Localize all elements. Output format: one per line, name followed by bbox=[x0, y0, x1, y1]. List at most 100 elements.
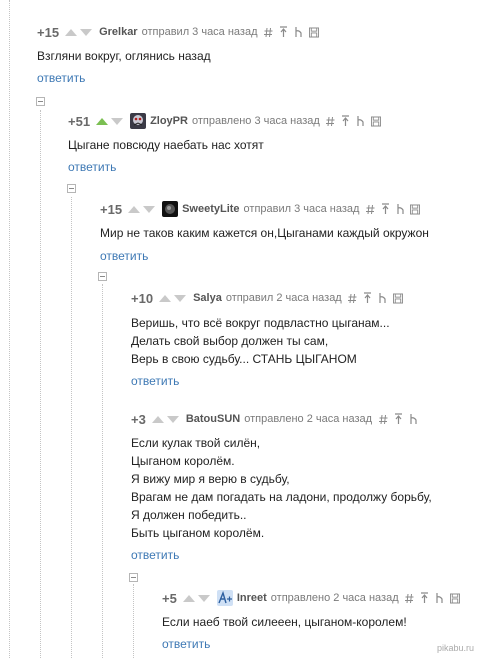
comment-timestamp: отправлено 2 часа назад bbox=[244, 413, 373, 425]
avatar[interactable] bbox=[216, 590, 233, 606]
upvote-icon[interactable] bbox=[159, 294, 172, 302]
reply-branch-icon[interactable] bbox=[395, 203, 405, 216]
reply-branch-icon[interactable] bbox=[378, 292, 388, 305]
reply-link[interactable]: ответить bbox=[131, 374, 179, 388]
comment-text: Если наеб твой силееен, цыганом-королем! bbox=[162, 613, 407, 631]
upvote-icon[interactable] bbox=[151, 415, 164, 423]
reply-branch-icon[interactable] bbox=[356, 115, 366, 128]
go-to-parent-icon[interactable] bbox=[279, 26, 289, 39]
comment-line: Я вижу мир я верю в судьбу, bbox=[131, 472, 290, 486]
thread-guide-line bbox=[102, 284, 103, 658]
hash-icon[interactable] bbox=[326, 115, 336, 128]
downvote-icon[interactable] bbox=[80, 28, 93, 36]
comment-timestamp: отправил 2 часа назад bbox=[225, 292, 342, 304]
comment-author[interactable]: SweetyLite bbox=[182, 203, 239, 215]
save-icon[interactable] bbox=[308, 26, 319, 39]
thread-guide-line bbox=[9, 0, 10, 658]
comment-tools bbox=[365, 203, 421, 216]
comment-text: Взгляни вокруг, оглянись назад bbox=[37, 47, 211, 65]
go-to-parent-icon[interactable] bbox=[420, 592, 430, 605]
hash-icon[interactable] bbox=[378, 413, 388, 426]
go-to-parent-icon[interactable] bbox=[341, 115, 351, 128]
comment-author[interactable]: BatouSUN bbox=[186, 413, 240, 425]
collapse-thread-toggle[interactable] bbox=[36, 97, 45, 106]
reply-link[interactable]: ответить bbox=[162, 637, 210, 651]
save-icon[interactable] bbox=[410, 203, 421, 216]
comment-author[interactable]: Grelkar bbox=[99, 26, 138, 38]
comment-line: Верь в свою судьбу... СТАНЬ ЦЫГАНОМ bbox=[131, 352, 357, 366]
comment-author[interactable]: ZloyPR bbox=[150, 115, 188, 127]
comment-line: Я должен победить.. bbox=[131, 508, 247, 522]
thread-guide-line bbox=[71, 197, 72, 658]
comment-rating: +15 bbox=[37, 24, 60, 40]
reply-branch-icon[interactable] bbox=[294, 26, 304, 39]
comment-rating: +3 bbox=[131, 411, 146, 427]
upvote-icon[interactable] bbox=[65, 28, 78, 36]
comment-text: Если кулак твой силён, Цыганом королём. … bbox=[131, 434, 432, 542]
reply-link[interactable]: ответить bbox=[131, 548, 179, 562]
comment-timestamp: отправил 3 часа назад bbox=[243, 203, 360, 215]
downvote-icon[interactable] bbox=[111, 117, 124, 125]
thread-guide-line bbox=[133, 584, 134, 658]
comment-line: Если кулак твой силён, bbox=[131, 436, 261, 450]
save-icon[interactable] bbox=[370, 115, 381, 128]
comment-line: Веришь, что всё вокруг подвластно цыгана… bbox=[131, 316, 390, 330]
comment-author[interactable]: Inreet bbox=[237, 592, 267, 604]
comment-header: +15 SweetyLite отправил 3 часа назад bbox=[100, 200, 421, 218]
downvote-icon[interactable] bbox=[197, 594, 210, 602]
upvote-icon[interactable] bbox=[182, 594, 195, 602]
comment-text: Мир не таков каким кажется он,Цыганами к… bbox=[100, 224, 429, 242]
comment-rating: +51 bbox=[68, 113, 91, 129]
hash-icon[interactable] bbox=[405, 592, 415, 605]
hash-icon[interactable] bbox=[264, 26, 274, 39]
reply-link[interactable]: ответить bbox=[100, 249, 148, 263]
comment-text: Веришь, что всё вокруг подвластно цыгана… bbox=[131, 314, 390, 368]
comment-timestamp: отправлено 3 часа назад bbox=[191, 115, 320, 127]
collapse-thread-toggle[interactable] bbox=[67, 184, 76, 193]
downvote-icon[interactable] bbox=[174, 294, 187, 302]
avatar[interactable] bbox=[130, 113, 147, 129]
comment-rating: +15 bbox=[100, 201, 123, 217]
comment-rating: +10 bbox=[131, 290, 154, 306]
reply-link[interactable]: ответить bbox=[37, 71, 85, 85]
site-watermark: pikabu.ru bbox=[436, 643, 474, 653]
reply-link[interactable]: ответить bbox=[68, 160, 116, 174]
comment-line: Быть цыганом королём. bbox=[131, 526, 265, 540]
comment-timestamp: отправлено 2 часа назад bbox=[270, 592, 399, 604]
comment-line: Если наеб твой силееен, цыганом-королем! bbox=[162, 615, 407, 629]
upvote-icon[interactable] bbox=[128, 205, 141, 213]
comment-header: +5 Inreet отправлено 2 часа назад bbox=[162, 589, 460, 607]
comment-line: Делать свой выбор должен ты сам, bbox=[131, 334, 329, 348]
comment-tools bbox=[348, 292, 403, 305]
comment-tools bbox=[378, 413, 418, 426]
comment-line: Взгляни вокруг, оглянись назад bbox=[37, 49, 211, 63]
save-icon[interactable] bbox=[449, 592, 460, 605]
go-to-parent-icon[interactable] bbox=[363, 292, 373, 305]
avatar[interactable] bbox=[162, 201, 179, 217]
upvote-icon[interactable] bbox=[96, 117, 109, 125]
go-to-parent-icon[interactable] bbox=[380, 203, 390, 216]
comment-text: Цыгане повсюду наебать нас хотят bbox=[68, 136, 264, 154]
comment-tools bbox=[405, 592, 460, 605]
reply-branch-icon[interactable] bbox=[435, 592, 445, 605]
go-to-parent-icon[interactable] bbox=[393, 413, 403, 426]
comment-line: Цыганом королём. bbox=[131, 454, 235, 468]
hash-icon[interactable] bbox=[348, 292, 358, 305]
reply-branch-icon[interactable] bbox=[408, 413, 418, 426]
hash-icon[interactable] bbox=[365, 203, 375, 216]
comment-author[interactable]: Salya bbox=[193, 292, 222, 304]
collapse-thread-toggle[interactable] bbox=[98, 272, 107, 281]
comment-tools bbox=[326, 115, 381, 128]
downvote-icon[interactable] bbox=[166, 415, 179, 423]
comment-timestamp: отправил 3 часа назад bbox=[141, 26, 258, 38]
downvote-icon[interactable] bbox=[143, 205, 156, 213]
comment-header: +10 Salya отправил 2 часа назад bbox=[131, 289, 403, 307]
collapse-thread-toggle[interactable] bbox=[129, 573, 138, 582]
comment-header: +15 Grelkar отправил 3 часа назад bbox=[37, 23, 319, 41]
save-icon[interactable] bbox=[392, 292, 403, 305]
thread-guide-line bbox=[40, 110, 41, 658]
comment-line: Мир не таков каким кажется он,Цыганами к… bbox=[100, 226, 429, 240]
comment-rating: +5 bbox=[162, 590, 177, 606]
comment-line: Цыгане повсюду наебать нас хотят bbox=[68, 138, 264, 152]
comment-header: +3 BatouSUN отправлено 2 часа назад bbox=[131, 410, 418, 428]
